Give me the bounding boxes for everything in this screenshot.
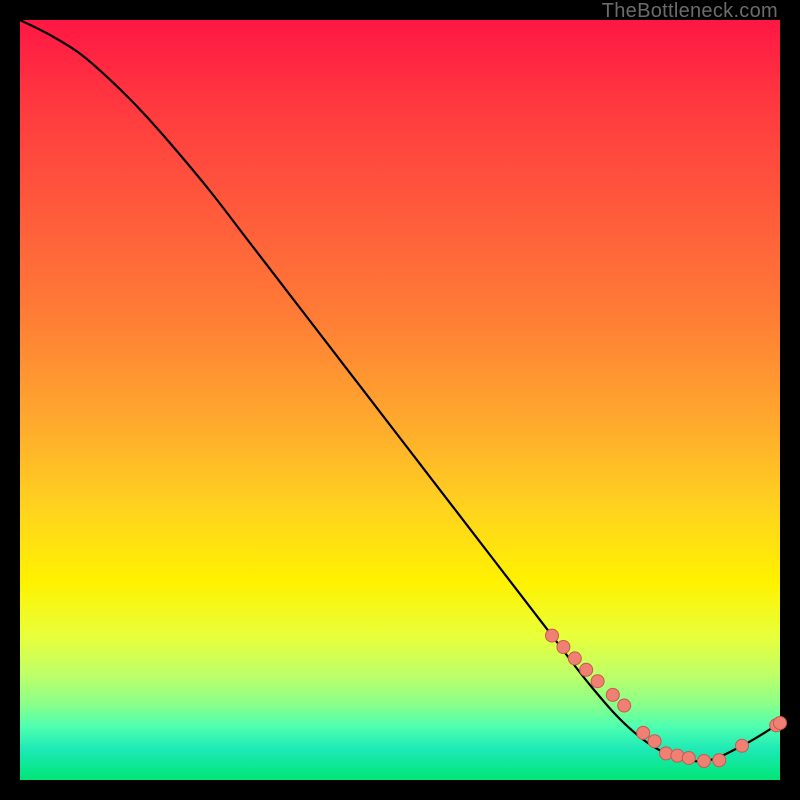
marker-point [736,739,749,752]
plot-area [20,20,780,780]
marker-point [580,663,593,676]
marker-point [660,747,673,760]
chart-frame: TheBottleneck.com [0,0,800,800]
highlight-markers [546,629,787,767]
marker-point [774,717,787,730]
marker-point [606,688,619,701]
curve-svg [20,20,780,780]
marker-point [591,675,604,688]
marker-point [557,641,570,654]
marker-point [618,699,631,712]
marker-point [713,754,726,767]
marker-point [568,652,581,665]
marker-point [637,726,650,739]
bottleneck-curve [20,20,780,761]
marker-point [770,719,783,732]
marker-point [698,755,711,768]
marker-point [546,629,559,642]
marker-point [648,735,661,748]
marker-point [682,751,695,764]
marker-point [671,749,684,762]
